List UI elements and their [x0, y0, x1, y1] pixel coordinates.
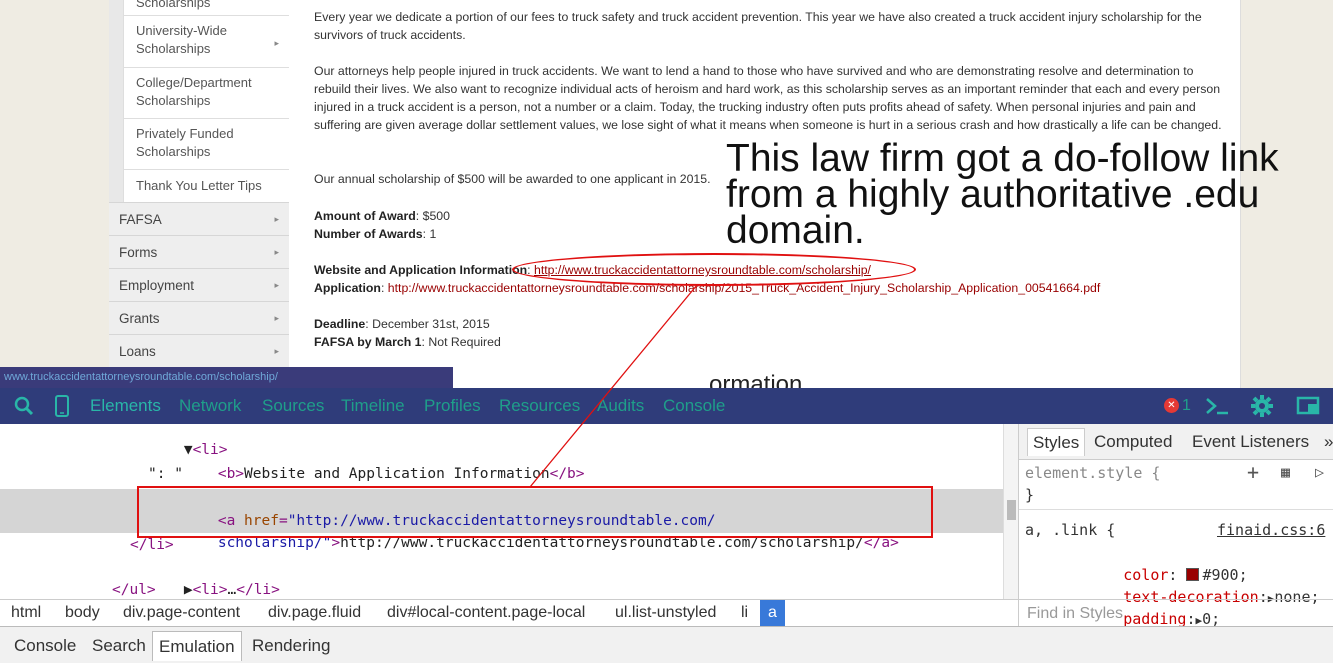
- sidebar-item-label: Thank You Letter Tips: [136, 178, 262, 193]
- breadcrumb-a[interactable]: a: [760, 600, 785, 626]
- breadcrumb: html body div.page-content div.page.flui…: [0, 599, 1018, 626]
- web-page: Scholarships University-Wide Scholarship…: [0, 0, 1333, 398]
- sidebar-item-label: Privately Funded Scholarships: [136, 126, 234, 159]
- annotation-box: [137, 486, 933, 538]
- annotation-text: This law firm got a do-follow link from …: [726, 137, 1279, 252]
- dom-node-ul-close[interactable]: </ul>: [112, 579, 156, 599]
- element-style-rule[interactable]: element.style {: [1025, 462, 1160, 484]
- fafsa-by-march: FAFSA by March 1: Not Required: [314, 333, 1224, 351]
- animation-icon[interactable]: ▷: [1315, 461, 1324, 483]
- field-label: Deadline: [314, 317, 366, 331]
- add-rule-icon[interactable]: +: [1247, 461, 1259, 483]
- sidebar-item-thank-you-letter[interactable]: Thank You Letter Tips: [123, 169, 289, 202]
- breadcrumb-div-local-content[interactable]: div#local-content.page-local: [387, 600, 585, 626]
- tab-resources[interactable]: Resources: [499, 388, 580, 424]
- dom-tree: ▼<li> <b>Website and Application Informa…: [0, 424, 1003, 599]
- field-value: : $500: [415, 209, 450, 223]
- sidebar-item-forms[interactable]: Forms ▸: [109, 235, 289, 268]
- device-mode-icon[interactable]: [52, 388, 72, 424]
- sidebar-item-label: University-Wide Scholarships: [136, 23, 228, 56]
- dock-side-icon[interactable]: [1295, 388, 1321, 424]
- chevron-right-icon: ▸: [274, 247, 279, 257]
- field-label: Website and Application Information: [314, 263, 528, 277]
- sidebar-item-label: Grants: [119, 311, 160, 326]
- chevron-right-icon: ▸: [274, 280, 279, 290]
- chevron-right-icon: ▸: [274, 313, 279, 323]
- attorneys-paragraph: Our attorneys help people injured in tru…: [314, 64, 1222, 132]
- chevron-right-icon: ▸: [274, 214, 279, 224]
- sidebar-nav: Scholarships University-Wide Scholarship…: [109, 0, 289, 368]
- intro-paragraph: Every year we dedicate a portion of our …: [314, 10, 1202, 42]
- sidebar-item-label: Scholarships: [136, 0, 211, 10]
- field-value: : December 31st, 2015: [365, 317, 490, 331]
- tab-elements[interactable]: Elements: [90, 388, 161, 424]
- more-tabs-icon[interactable]: »: [1319, 428, 1333, 456]
- field-separator: :: [380, 281, 388, 295]
- rule-divider: [1019, 509, 1333, 510]
- dom-text-node[interactable]: ": ": [148, 463, 183, 485]
- sidebar-item-scholarships-partial[interactable]: Scholarships: [123, 0, 289, 15]
- devtools-toolbar: Elements Network Sources Timeline Profil…: [0, 388, 1333, 424]
- tab-computed[interactable]: Computed: [1089, 428, 1177, 456]
- status-bar-url: www.truckaccidentattorneysroundtable.com…: [0, 367, 453, 388]
- breadcrumb-div-page-content[interactable]: div.page-content: [123, 600, 240, 626]
- sidebar-item-privately-funded[interactable]: Privately Funded Scholarships: [123, 118, 289, 169]
- error-count[interactable]: 1: [1182, 388, 1191, 424]
- breadcrumb-li[interactable]: li: [741, 600, 748, 626]
- scrollbar-thumb[interactable]: [1007, 500, 1016, 520]
- gear-icon[interactable]: [1249, 388, 1275, 424]
- sidebar-item-college-department[interactable]: College/Department Scholarships: [123, 67, 289, 118]
- field-value: : 1: [422, 227, 437, 241]
- tab-console[interactable]: Console: [663, 388, 725, 424]
- annotation-ellipse: [512, 253, 916, 286]
- sidebar-item-label: Employment: [119, 278, 195, 293]
- chevron-right-icon: ▸: [274, 346, 279, 356]
- field-label: FAFSA by March 1: [314, 335, 422, 349]
- rule-selector[interactable]: a, .link {: [1025, 519, 1115, 541]
- sidebar-item-employment[interactable]: Employment ▸: [109, 268, 289, 301]
- tab-timeline[interactable]: Timeline: [341, 388, 405, 424]
- styles-tabbar: Styles Computed Event Listeners »: [1019, 424, 1333, 460]
- drawer-tab-search[interactable]: Search: [86, 631, 152, 661]
- tab-audits[interactable]: Audits: [597, 388, 644, 424]
- tab-event-listeners[interactable]: Event Listeners: [1187, 428, 1314, 456]
- devtools-panel: Elements Network Sources Timeline Profil…: [0, 388, 1333, 663]
- field-label: Amount of Award: [314, 209, 416, 223]
- element-state-icon[interactable]: ▦: [1281, 461, 1290, 483]
- sidebar-item-loans[interactable]: Loans ▸: [109, 334, 289, 367]
- console-drawer-icon[interactable]: [1204, 388, 1230, 424]
- sidebar-item-label: Loans: [119, 344, 156, 359]
- sidebar-item-label: College/Department Scholarships: [136, 75, 252, 108]
- drawer-tabbar: Console Search Emulation Rendering: [0, 626, 1333, 663]
- dom-scrollbar[interactable]: [1003, 424, 1018, 599]
- search-icon[interactable]: [12, 388, 36, 424]
- element-style-close: }: [1025, 486, 1035, 504]
- tab-network[interactable]: Network: [179, 388, 241, 424]
- sidebar-item-label: Forms: [119, 245, 158, 260]
- chevron-right-icon: ▸: [274, 38, 279, 48]
- tab-sources[interactable]: Sources: [262, 388, 324, 424]
- sidebar-item-fafsa[interactable]: FAFSA ▸: [109, 202, 289, 235]
- find-in-styles-input[interactable]: Find in Styles: [1019, 599, 1333, 626]
- breadcrumb-body[interactable]: body: [65, 600, 100, 626]
- tab-profiles[interactable]: Profiles: [424, 388, 481, 424]
- deadline: Deadline: December 31st, 2015: [314, 315, 1224, 333]
- field-label: Number of Awards: [314, 227, 423, 241]
- field-label: Application: [314, 281, 381, 295]
- sidebar-item-label: FAFSA: [119, 212, 162, 227]
- sidebar-item-grants[interactable]: Grants ▸: [109, 301, 289, 334]
- tab-styles[interactable]: Styles: [1027, 428, 1086, 456]
- breadcrumb-html[interactable]: html: [11, 600, 41, 626]
- screenshot-root: Scholarships University-Wide Scholarship…: [0, 0, 1333, 663]
- drawer-tab-emulation[interactable]: Emulation: [152, 631, 242, 661]
- drawer-tab-rendering[interactable]: Rendering: [246, 631, 336, 661]
- sidebar-item-university-wide[interactable]: University-Wide Scholarships ▸: [123, 15, 289, 67]
- error-icon[interactable]: ✕: [1164, 398, 1179, 413]
- expand-triangle-icon[interactable]: ▶: [184, 582, 193, 598]
- drawer-tab-console[interactable]: Console: [8, 631, 82, 661]
- rule-source-link[interactable]: finaid.css:6: [1217, 519, 1325, 541]
- field-value: : Not Required: [421, 335, 501, 349]
- breadcrumb-div-page-fluid[interactable]: div.page.fluid: [268, 600, 361, 626]
- breadcrumb-ul-list-unstyled[interactable]: ul.list-unstyled: [615, 600, 716, 626]
